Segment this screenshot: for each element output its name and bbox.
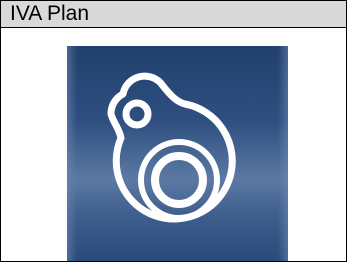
tile-title: IVA Plan	[10, 2, 89, 25]
iva-plan-logo-icon	[67, 46, 288, 261]
app-tile-panel: IVA Plan	[0, 0, 347, 262]
tile-header: IVA Plan	[1, 1, 346, 28]
iva-plan-app-icon[interactable]	[67, 46, 288, 261]
